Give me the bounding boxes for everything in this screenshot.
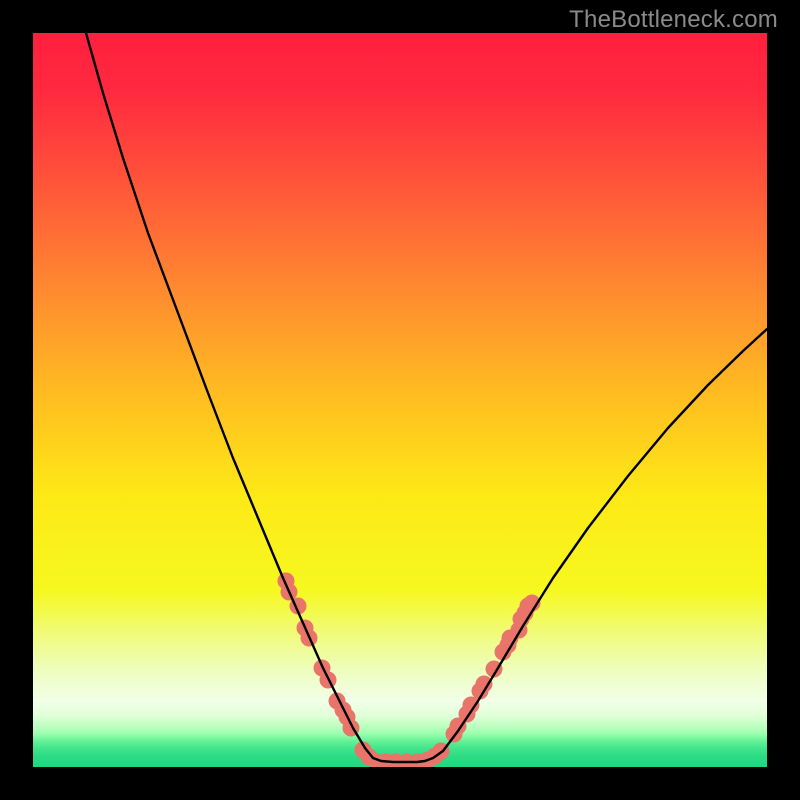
watermark-text: TheBottleneck.com [569,6,778,34]
bottleneck-curve-chart [33,33,767,767]
plot-area [33,33,767,767]
chart-frame: TheBottleneck.com [0,0,800,800]
gradient-background [33,33,767,767]
